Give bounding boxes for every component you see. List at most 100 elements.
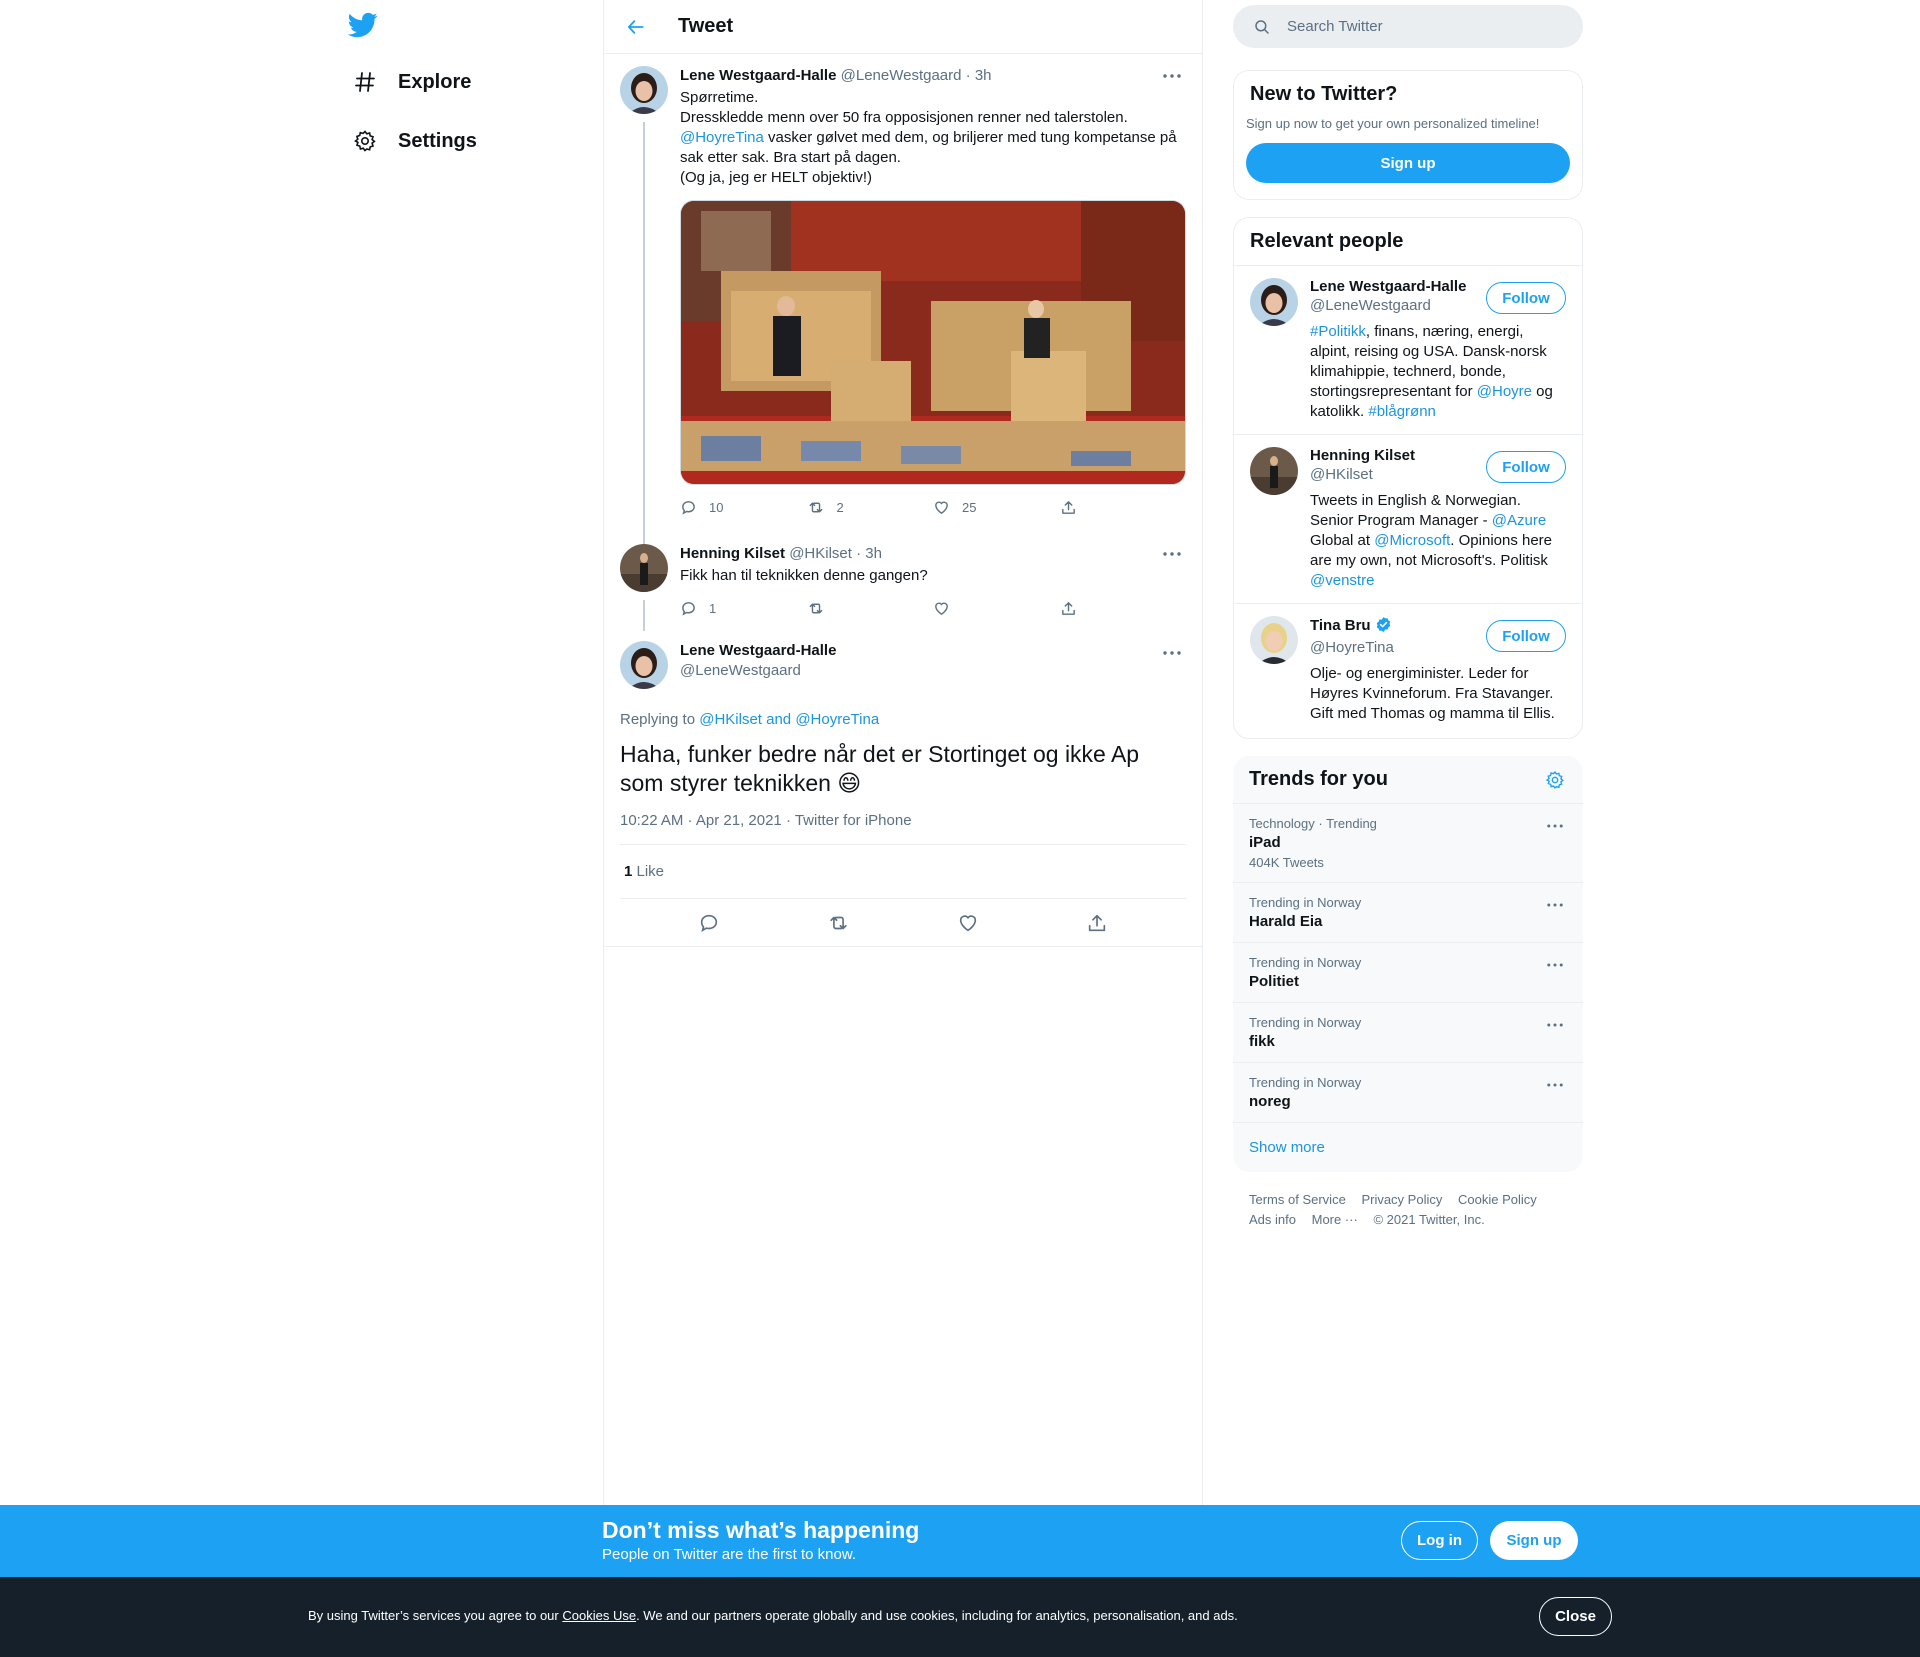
back-arrow-icon[interactable] [624,15,648,39]
like-button[interactable] [933,598,1060,618]
cookie-text: By using Twitter’s services you agree to… [308,1608,1238,1623]
more-options-icon[interactable] [1543,816,1567,836]
page-title: Tweet [678,15,734,37]
cookie-banner: By using Twitter’s services you agree to… [0,1577,1920,1657]
text-line: Dresskledde menn over 50 fra opposisjone… [680,109,1128,126]
search-input[interactable]: Search Twitter [1287,18,1383,35]
login-button[interactable]: Log in [1401,1521,1478,1560]
thread-line [643,122,645,538]
trend-name: noreg [1249,1093,1291,1110]
reply-button[interactable]: 10 [680,497,807,517]
reply-icon [682,500,695,515]
nav-item-settings[interactable]: Settings [352,121,477,161]
avatar[interactable] [1250,278,1298,326]
nav-item-explore[interactable]: Explore [352,62,471,102]
author-name[interactable]: Lene Westgaard-Halle [680,67,836,84]
share-icon[interactable] [1086,912,1108,934]
avatar[interactable] [620,544,668,592]
trend-item[interactable]: Trending in Norway Harald Eia [1233,882,1583,942]
thread-tweet[interactable]: Henning Kilset @HKilset · 3h Fikk han ti… [604,532,1202,631]
person-bio: #Politikk, finans, næring, energi, alpin… [1310,323,1553,420]
reply-button[interactable]: 1 [680,598,807,618]
trends-header: Trends for you [1233,756,1583,803]
person-item[interactable]: Follow Lene Westgaard-Halle @LeneWestgaa… [1234,265,1582,434]
gear-icon[interactable] [1545,770,1565,796]
gear-icon [352,128,378,154]
person-item[interactable]: Follow Tina Bru @HoyreTina Olje- og ener… [1234,603,1582,738]
trends-card: Trends for you Technology · Trending iPa… [1233,756,1583,1172]
text-line: Spørretime. [680,89,759,106]
trend-context: Trending in Norway [1249,955,1362,970]
signup-button[interactable]: Sign up [1246,143,1570,183]
replying-to-link[interactable]: @HKilset and @HoyreTina [699,711,879,728]
nav-item-label: Settings [398,129,477,152]
share-button[interactable] [1060,598,1187,618]
trend-item[interactable]: Trending in Norway fikk [1233,1002,1583,1062]
like-count[interactable]: 1 Like [620,845,1186,899]
more-options-icon[interactable] [1160,544,1184,564]
trend-count: 404K Tweets [1249,855,1324,870]
avatar[interactable] [1250,447,1298,495]
twitter-bird-icon[interactable] [347,10,378,40]
footer-link[interactable]: More ··· [1312,1212,1358,1227]
show-more-link[interactable]: Show more [1233,1122,1583,1172]
mention-link[interactable]: @HoyreTina [680,129,764,146]
share-button[interactable] [1060,497,1187,517]
more-options-icon[interactable] [1160,643,1184,663]
more-options-icon[interactable] [1543,895,1567,915]
author-handle[interactable]: @LeneWestgaard [841,67,962,84]
trend-name: iPad [1249,834,1281,851]
like-button[interactable]: 25 [933,497,1060,517]
thread-tweet[interactable]: Lene Westgaard-Halle @LeneWestgaard · 3h… [604,54,1202,538]
person-name[interactable]: Tina Bru [1310,617,1371,634]
tweet-time[interactable]: · 3h [966,67,992,84]
thread-line [643,532,645,544]
author-name[interactable]: Henning Kilset [680,545,785,562]
avatar[interactable] [1250,616,1298,664]
thread-line [643,600,645,631]
heart-icon [935,501,948,514]
signup-button[interactable]: Sign up [1490,1521,1578,1560]
author-handle[interactable]: @LeneWestgaard [680,661,1186,681]
heart-icon[interactable] [957,912,979,934]
card-title: Relevant people [1250,230,1404,252]
follow-button[interactable]: Follow [1486,282,1566,314]
banner-subtitle: People on Twitter are the first to know. [602,1546,857,1563]
more-options-icon[interactable] [1543,955,1567,975]
cookies-use-link[interactable]: Cookies Use [562,1608,636,1623]
tweet-header: Henning Kilset @HKilset · 3h [680,544,1186,564]
trend-name: fikk [1249,1033,1275,1050]
retweet-icon[interactable] [827,912,850,934]
footer-link[interactable]: Terms of Service [1249,1192,1346,1207]
tweet-photo[interactable] [680,200,1186,485]
trend-item[interactable]: Trending in Norway Politiet [1233,942,1583,1002]
close-button[interactable]: Close [1539,1597,1612,1636]
tweet-timestamp[interactable]: 10:22 AM · Apr 21, 2021 · Twitter for iP… [620,812,1186,845]
trend-item[interactable]: Trending in Norway noreg [1233,1062,1583,1122]
avatar[interactable] [620,66,668,114]
follow-button[interactable]: Follow [1486,620,1566,652]
footer-link[interactable]: Privacy Policy [1361,1192,1442,1207]
follow-button[interactable]: Follow [1486,451,1566,483]
focused-tweet-actions [604,899,1202,947]
main-header: Tweet [604,0,1202,54]
retweet-button[interactable] [807,598,934,618]
heart-icon [935,602,948,615]
avatar[interactable] [620,641,668,689]
tweet-text: Fikk han til teknikken denne gangen? [680,567,928,584]
person-item[interactable]: Follow Henning Kilset @HKilset Tweets in… [1234,434,1582,603]
more-options-icon[interactable] [1543,1075,1567,1095]
footer-link[interactable]: Cookie Policy [1458,1192,1537,1207]
footer-link[interactable]: Ads info [1249,1212,1296,1227]
share-icon [1061,601,1075,615]
more-options-icon[interactable] [1543,1015,1567,1035]
reply-icon[interactable] [698,912,720,934]
right-sidebar: Search Twitter New to Twitter? Sign up n… [1233,0,1583,1248]
more-options-icon[interactable] [1160,66,1184,86]
author-name[interactable]: Lene Westgaard-Halle [680,641,1186,661]
search-box[interactable]: Search Twitter [1233,5,1583,48]
tweet-time[interactable]: · 3h [856,545,882,562]
author-handle[interactable]: @HKilset [789,545,852,562]
trend-item[interactable]: Technology · Trending iPad 404K Tweets [1233,803,1583,882]
retweet-button[interactable]: 2 [807,497,934,517]
